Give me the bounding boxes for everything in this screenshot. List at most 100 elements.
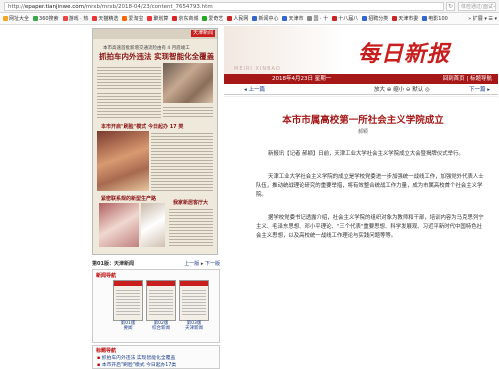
bookmark-label: 国 · 十 [313,16,329,22]
next-article-link[interactable]: 下一篇 ▸ [469,86,490,95]
current-page-label: 第01版：天津新闻 [92,260,134,267]
bookmark-item[interactable]: 国 · 十 [307,15,328,22]
page-thumb[interactable]: 第02版 综合新闻 [146,280,176,331]
prev-article-link[interactable]: ◂ 上一篇 [244,86,265,95]
newspaper-logo[interactable]: 每日新报 [358,36,450,68]
bookmarks-bar: 网址大全 360搜索 游戏 · 热 天猫精选 爱淘宝 聚划算 京东商城 爱奇艺 人民网 新闻中心 天… [0,13,499,25]
search-input[interactable]: 体检通过(面试+) [458,2,496,11]
go-icon[interactable]: ↻ [446,2,455,11]
article-body: 本市市属高校第一所社会主义学院成立 郝颖 新报讯【记者 郝颖】日前，天津工业大学… [232,98,494,369]
scan-headline[interactable]: 抓拍车内外违法 实现智能化全覆盖 [99,51,214,62]
extensions-menu[interactable]: » 扩展 ▾ ☰ ▾ [468,15,497,22]
thumb-page-name: 要闻 [123,326,133,331]
article-paragraph: 天津工业大学社会主义学院的成立是学校党委进一步加强统一战线工作，加强党外代表人士… [256,174,484,198]
bookmark-icon [282,16,288,21]
page-thumb[interactable]: 第03版 天津新闻 [179,280,209,331]
scan-photo [141,203,165,247]
address-bar-area: http://epaper.tianjinwe.com/mrxb/mrxb/20… [0,0,499,13]
bookmark-label: 360搜索 [39,16,59,22]
thumb-page-name: 天津新闻 [185,326,203,331]
thumb-image [113,280,143,321]
scan-text-block [151,131,213,191]
bookmark-label: 网址大全 [9,16,30,22]
url-input[interactable]: http://epaper.tianjinwe.com/mrxb/mrxb/20… [4,2,444,11]
article-nav: ◂ 上一篇 放大 ⊕ 缩小 ⊖ 默认 ◎ 下一篇 ▸ [224,86,498,95]
title-nav-list: 标题导航 抓拍车内外违法 实现智能化全覆盖 本市开启"刷脸"模式 今日起办17类 [92,345,220,369]
scan-side-headline[interactable]: 我家新居客厅大 [173,199,208,206]
bookmark-icon [202,16,208,21]
bookmark-item[interactable]: 人民网 [227,15,248,22]
bookmark-icon [147,16,153,21]
bookmark-icon [62,16,68,21]
scan-masthead: 天津新闻 [93,29,217,39]
bookmark-label: 游戏 · 热 [68,16,89,22]
bookmark-item[interactable]: 天津市 [282,15,303,22]
scan-photo [97,131,149,191]
bookmark-item[interactable]: 网址大全 [3,15,29,22]
bookmark-label: 京东商城 [178,16,199,22]
bookmark-label: 天津市 [288,16,304,22]
list-item[interactable]: 抓拍车内外违法 实现智能化全覆盖 [97,354,175,361]
bookmark-item[interactable]: 聚划算 [147,15,168,22]
bookmark-item[interactable]: 京东商城 [172,15,198,22]
bookmark-item[interactable]: 新闻中心 [252,15,278,22]
home-links[interactable]: 回到首页 | 标题导航 [443,74,492,84]
scan-lower-headline[interactable]: 紧密联系规的新型生产路 [101,195,156,202]
thumbs-title: 新闻导航 [96,273,117,279]
url-path: /mrxb/mrxb/2018-04/23/content_7654793.ht… [83,4,213,10]
bookmark-icon [33,16,39,21]
list-title: 标题导航 [96,348,117,354]
bookmark-icon [92,16,98,21]
scan-text-block [97,65,161,89]
list-item[interactable]: 本市开启"刷脸"模式 今日起办17类 [97,361,176,368]
bookmark-item[interactable]: 电影100 [422,15,448,22]
next-page-link[interactable]: 下一版 [205,261,220,267]
bookmark-icon [422,16,428,21]
bookmark-item[interactable]: 爱奇艺 [202,15,223,22]
thumb-image [146,280,176,321]
bookmark-item[interactable]: 招聘分类 [362,15,388,22]
thumb-image [179,280,209,321]
bookmark-item[interactable]: 天猫精选 [92,15,118,22]
divider [224,96,498,97]
article-paragraph: 据学校党委书记透露介绍，社会主义学院的组织对象为教师和干部，培训内容为马克思列宁… [256,215,484,239]
bookmark-label: 天津市委 [398,16,419,22]
newspaper-page-scan[interactable]: 天津新闻 本市高速首批新增交通流险由有 4 月底竣工 抓拍车内外违法 实现智能化… [92,28,218,255]
bookmark-label: 聚划算 [153,16,169,22]
scan-page-label: 天津新闻 [190,30,215,37]
bookmark-item[interactable]: 天津市委 [392,15,418,22]
bookmark-item[interactable]: 360搜索 [33,15,59,22]
bookmark-icon [362,16,368,21]
bookmark-icon [392,16,398,21]
bookmark-label: 爱淘宝 [128,16,144,22]
bookmark-label: 十八届八 [338,16,359,22]
bookmark-item[interactable]: 游戏 · 热 [62,15,89,22]
article-title: 本市市属高校第一所社会主义学院成立 [282,115,444,126]
bookmark-icon [172,16,178,21]
prev-page-link[interactable]: 上一版 [184,261,199,267]
page-thumb[interactable]: 第01版 要闻 [113,280,143,331]
scan-text-block [169,207,213,247]
page-navigation: 第01版：天津新闻 上一版 ▸ 下一版 [92,260,220,267]
bookmark-icon [227,16,233,21]
bookmark-label: 人民网 [233,16,249,22]
bookmark-icon [307,16,313,21]
bookmark-item[interactable]: 爱淘宝 [122,15,143,22]
font-size-controls[interactable]: 放大 ⊕ 缩小 ⊖ 默认 ◎ [374,86,430,95]
bookmark-item[interactable]: 十八届八 [332,15,358,22]
article-author: 郝颖 [357,129,368,135]
bookmark-label: 天猫精选 [98,16,119,22]
scan-photo [99,203,139,247]
url-domain: epaper.tianjinwe.com [24,4,84,10]
thumb-row: 第01版 要闻 第02版 综合新闻 第03版 天津新闻 [113,280,209,331]
thumb-page-name: 综合新闻 [152,326,170,331]
scan-text-block [97,91,161,119]
scan-mid-headline[interactable]: 本市开启"刷脸"模式 今日起办 17 类 [101,123,183,130]
bookmark-label: 新闻中心 [258,16,279,22]
bookmark-label: 电影100 [428,16,448,22]
article-paragraph: 新报讯【记者 郝颖】日前，天津工业大学社会主义学院成立大会暨揭牌仪式举行。 [268,151,464,157]
info-bar: 2018年4月23日 星期一 回到首页 | 标题导航 [224,74,498,84]
issue-date: 2018年4月23日 星期一 [272,76,332,82]
bookmark-icon [252,16,258,21]
bookmark-label: 爱奇艺 [208,16,224,22]
